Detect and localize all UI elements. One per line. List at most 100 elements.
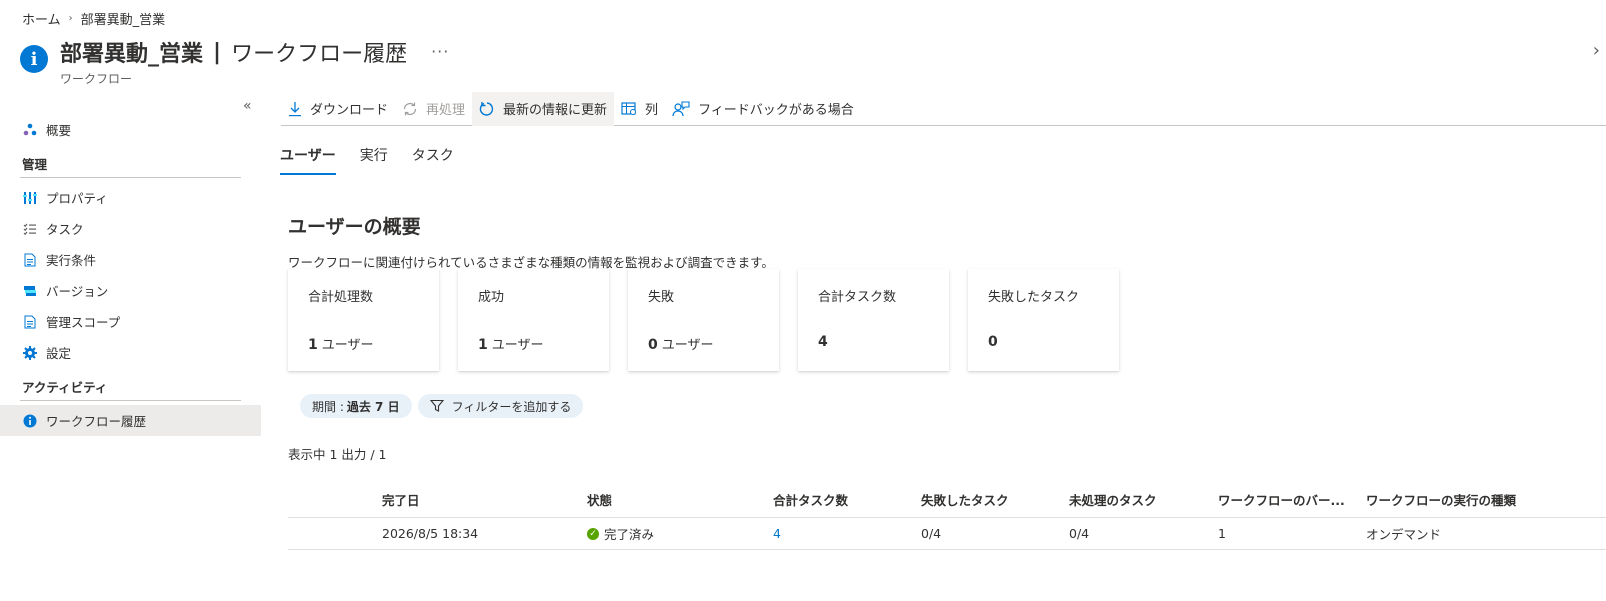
cell-pending-tasks: 0/4 xyxy=(1069,526,1090,541)
column-header-status[interactable]: 状態 xyxy=(587,482,757,517)
sidebar-item-label: 実行条件 xyxy=(46,253,97,268)
sidebar-item-workflow-history[interactable]: ワークフロー履歴 xyxy=(0,405,261,436)
summary-cards: 合計処理数 1 ユーザー 成功 1 ユーザー 失敗 0 ユーザー 合計タスク数 4 失… xyxy=(288,269,1119,371)
sidebar-item-versions[interactable]: バージョン xyxy=(0,275,261,306)
cell-status: ✓ 完了済み xyxy=(587,518,757,549)
column-header-run-type[interactable]: ワークフローの実行の種類 xyxy=(1366,482,1566,517)
page-title-name: 部署異動_営業 xyxy=(60,42,204,67)
cell-total-tasks-link[interactable]: 4 xyxy=(773,518,913,549)
divider xyxy=(20,177,241,178)
card-failed-tasks: 失敗したタスク 0 xyxy=(968,269,1119,371)
card-label: 失敗 xyxy=(648,290,675,305)
card-value: 1 ユーザー xyxy=(308,337,374,353)
filter-icon xyxy=(429,399,444,413)
card-total-tasks: 合計タスク数 4 xyxy=(798,269,949,371)
overview-icon xyxy=(22,122,38,138)
info-icon xyxy=(22,413,38,429)
properties-icon xyxy=(22,190,38,206)
tab-tasks[interactable]: タスク xyxy=(412,145,454,175)
sidebar-item-label: タスク xyxy=(46,222,84,237)
sidebar-item-execution-conditions[interactable]: 実行条件 xyxy=(0,244,261,275)
collapse-sidebar-button[interactable]: « xyxy=(243,98,252,114)
page-title-separator: | xyxy=(213,39,222,65)
reprocess-button[interactable]: 再処理 xyxy=(395,92,472,126)
page-subtitle: ワークフロー xyxy=(60,72,133,86)
chevron-right-icon[interactable]: › xyxy=(1593,40,1600,61)
column-header-total-tasks[interactable]: 合計タスク数 xyxy=(773,482,913,517)
period-filter-pill[interactable]: 期間 : 過去 7 日 xyxy=(300,394,412,418)
command-bar: ダウンロード 再処理 最新の情報に更新 列 フィードバックがある場合 xyxy=(281,91,1606,126)
sidebar-item-properties[interactable]: プロパティ xyxy=(0,182,261,213)
cell-run-type: オンデマンド xyxy=(1366,527,1442,542)
task-list-icon xyxy=(22,221,38,237)
sidebar-item-tasks[interactable]: タスク xyxy=(0,213,261,244)
breadcrumb-home[interactable]: ホーム xyxy=(22,9,61,28)
table-header: 完了日 状態 合計タスク数 失敗したタスク 未処理のタスク ワークフローのバー.… xyxy=(288,482,1606,518)
add-filter-button[interactable]: フィルターを追加する xyxy=(417,394,584,418)
more-options-button[interactable]: ··· xyxy=(431,42,449,61)
sidebar-item-label: 設定 xyxy=(46,346,72,361)
download-button[interactable]: ダウンロード xyxy=(281,92,395,126)
column-header-completed[interactable]: 完了日 xyxy=(382,482,572,517)
reprocess-label: 再処理 xyxy=(426,103,466,118)
document-icon xyxy=(22,252,38,268)
page-title-section: ワークフロー履歴 xyxy=(231,42,408,67)
column-header-workflow-version[interactable]: ワークフローのバー... xyxy=(1218,482,1356,517)
columns-icon xyxy=(621,101,637,116)
columns-label: 列 xyxy=(645,103,659,118)
info-icon: i xyxy=(20,45,48,73)
success-check-icon: ✓ xyxy=(587,527,599,540)
card-value: 0 xyxy=(988,334,998,350)
sidebar-item-label: バージョン xyxy=(46,284,109,299)
sidebar-item-label: 概要 xyxy=(46,123,72,138)
tab-users[interactable]: ユーザー xyxy=(280,145,336,175)
sidebar-item-label: プロパティ xyxy=(46,191,108,206)
download-icon xyxy=(288,101,302,117)
download-label: ダウンロード xyxy=(310,103,389,118)
sidebar-item-overview[interactable]: 概要 xyxy=(0,114,261,145)
history-table: 完了日 状態 合計タスク数 失敗したタスク 未処理のタスク ワークフローのバー.… xyxy=(288,482,1606,550)
tab-list: ユーザー 実行 タスク xyxy=(280,145,454,175)
add-filter-label: フィルターを追加する xyxy=(451,399,572,414)
column-header-failed-tasks[interactable]: 失敗したタスク xyxy=(921,482,1061,517)
document-icon xyxy=(22,314,38,330)
versions-icon xyxy=(22,283,38,299)
card-value: 4 xyxy=(818,334,828,350)
table-row[interactable]: 2026/8/5 18:34 ✓ 完了済み 4 0/4 0/4 1 オンデマンド xyxy=(288,518,1606,550)
breadcrumb: ホーム › 部署異動_営業 xyxy=(22,9,165,28)
feedback-button[interactable]: フィードバックがある場合 xyxy=(665,92,861,126)
sidebar-section-activity: アクティビティ xyxy=(22,380,108,395)
sidebar-item-label: ワークフロー履歴 xyxy=(46,414,147,429)
card-label: 合計タスク数 xyxy=(818,290,897,305)
gear-icon xyxy=(22,345,38,361)
feedback-label: フィードバックがある場合 xyxy=(698,103,854,118)
card-label: 成功 xyxy=(478,290,505,305)
card-label: 合計処理数 xyxy=(308,290,374,305)
results-count: 表示中 1 出力 / 1 xyxy=(288,447,387,462)
card-value: 0 ユーザー xyxy=(648,337,714,353)
cell-completed: 2026/8/5 18:34 xyxy=(382,526,479,541)
card-success: 成功 1 ユーザー xyxy=(458,269,609,371)
card-label: 失敗したタスク xyxy=(988,290,1080,305)
column-header-pending-tasks[interactable]: 未処理のタスク xyxy=(1069,482,1209,517)
sidebar-item-settings[interactable]: 設定 xyxy=(0,337,261,368)
divider xyxy=(20,400,241,401)
card-value: 1 ユーザー xyxy=(478,337,544,353)
breadcrumb-current[interactable]: 部署異動_営業 xyxy=(81,9,166,28)
sidebar-section-manage: 管理 xyxy=(22,157,48,172)
tab-runs[interactable]: 実行 xyxy=(360,145,388,175)
sidebar-item-label: 管理スコープ xyxy=(46,315,121,330)
card-failed: 失敗 0 ユーザー xyxy=(628,269,779,371)
refresh-button[interactable]: 最新の情報に更新 xyxy=(472,91,615,126)
section-title: ユーザーの概要 xyxy=(288,216,421,238)
page-title: 部署異動_営業 | ワークフロー履歴 xyxy=(60,36,407,68)
sync-icon xyxy=(402,101,418,117)
columns-button[interactable]: 列 xyxy=(614,92,665,126)
refresh-label: 最新の情報に更新 xyxy=(503,103,608,118)
sidebar-item-admin-scope[interactable]: 管理スコープ xyxy=(0,306,261,337)
chevron-right-icon: › xyxy=(68,13,73,24)
page-header: i 部署異動_営業 | ワークフロー履歴 ワークフロー ··· xyxy=(20,36,449,87)
sidebar: « 概要 管理 プロパティ タスク 実行条件 バージョン 管理スコープ 設定 ア… xyxy=(0,96,261,436)
cell-workflow-version: 1 xyxy=(1218,526,1226,541)
refresh-icon xyxy=(479,101,495,117)
